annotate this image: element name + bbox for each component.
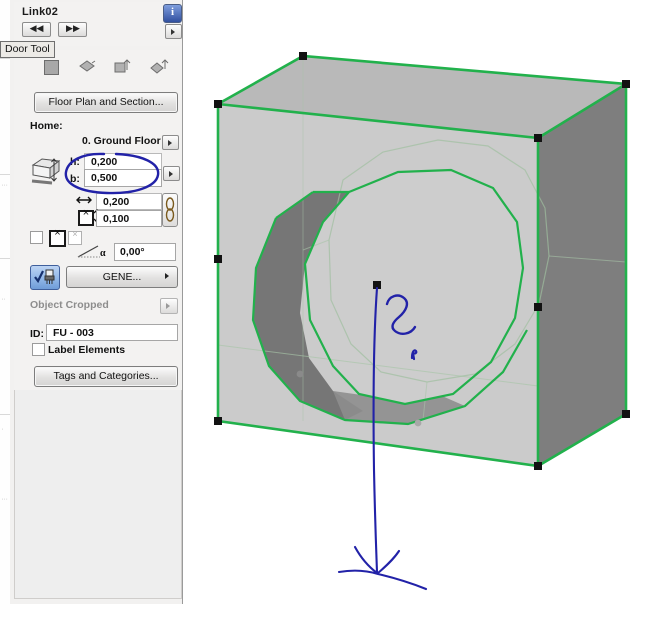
horizontal-arrow-icon [76,194,92,206]
object-settings-panel: Link02 ◀◀ ▶▶ i Door Tool Floor Plan and … [0,0,183,604]
floor-plan-and-section-button[interactable]: Floor Plan and Section... [34,92,178,113]
flip-x-toggle[interactable] [49,228,66,247]
nav-buttons: ◀◀ ▶▶ [22,22,90,40]
geometry-method-rotated-raised-icon[interactable] [148,56,170,78]
vertical-offset-value: 0,100 [103,213,130,225]
nav-forward-label: ▶▶ [66,23,80,33]
door-tool-tooltip: Door Tool [0,41,55,58]
height-input[interactable]: 0,200 [84,153,162,170]
hotspot[interactable] [299,52,307,60]
object-cropped-label: Object Cropped [30,299,109,311]
angle-input[interactable]: 0,00° [114,243,176,261]
home-story-value: 0. Ground Floor [82,135,161,147]
vertical-offset-input[interactable]: 0,100 [96,210,162,227]
geometry-method-rotated-icon[interactable] [76,56,98,78]
horizontal-offset-input[interactable]: 0,200 [96,193,162,210]
panel-header-group: Link02 ◀◀ ▶▶ i [14,2,182,46]
3d-model-canvas[interactable] [183,0,660,620]
flip-y-toggle[interactable] [68,229,82,245]
home-group: Home: 0. Ground Floor [14,116,180,153]
size-group: h: 0,200 b: 0,500 [14,152,180,193]
id-label: ID: [30,328,44,340]
nav-forward-button[interactable]: ▶▶ [58,22,88,37]
tags-group: Tags and Categories... [14,362,180,391]
id-input[interactable]: FU - 003 [46,324,178,341]
nav-back-button[interactable]: ◀◀ [22,22,51,37]
info-icon[interactable]: i [163,4,182,23]
3d-viewport[interactable] [183,0,660,620]
panel-empty-area [14,390,182,599]
sliver-dots-icon: ''' [2,185,9,191]
hotspot[interactable] [622,80,630,88]
link-dimensions-button[interactable] [162,193,178,227]
hotspot[interactable] [534,303,542,311]
svg-text:α: α [100,248,106,259]
tags-and-categories-button[interactable]: Tags and Categories... [34,366,178,387]
info-glyph: i [170,6,175,18]
sliver-dots-icon: ''' [2,499,9,505]
hotspot[interactable] [214,417,222,425]
size-extra-arrow-button[interactable] [163,166,180,181]
hotspot-grey[interactable] [296,370,304,378]
gene-chevron-down-icon [165,273,169,279]
angle-icon: α [76,244,112,259]
hotspot[interactable] [214,255,222,263]
mirror-checkbox[interactable] [30,231,43,244]
horizontal-offset-value: 0,200 [103,196,130,208]
label-elements-label: Label Elements [48,344,126,356]
height-value: 0,200 [91,156,118,168]
hotspot[interactable] [534,462,542,470]
angle-group: α 0,00° [14,228,180,263]
object-title: Link02 [22,6,59,18]
box-right-face [538,84,626,466]
hotspot[interactable] [622,410,630,418]
hotspot[interactable] [534,134,542,142]
sliver-dots-icon: ' [2,429,5,435]
nav-back-label: ◀◀ [29,23,44,33]
home-label: Home: [30,120,63,132]
sliver-dots-icon: '' [2,299,7,305]
object-cropped-arrow-button[interactable] [160,298,178,314]
pen-settings-button[interactable] [30,265,60,290]
geometry-method-raised-icon[interactable] [112,56,134,78]
box-3d-icon [30,155,64,189]
floor-plan-group: Floor Plan and Section... [14,88,180,117]
home-story-dropdown-button[interactable] [162,135,179,150]
hotspot[interactable] [214,100,222,108]
app-window: ''' '' ' ''' Link02 ◀◀ ▶▶ i Door Tool Fl… [0,0,660,620]
panel-bottom-strip [10,604,182,620]
object-cropped-group: Object Cropped [14,294,180,321]
id-group: ID: FU - 003 Label Elements [14,320,180,363]
width-label: b: [70,173,80,185]
width-value: 0,500 [91,172,118,184]
label-elements-checkbox[interactable] [32,343,45,356]
height-label: h: [70,156,80,168]
angle-value: 0,00° [120,246,145,258]
width-input[interactable]: 0,500 [84,169,162,187]
gene-dropdown-button[interactable]: GENE... [66,266,178,288]
id-value: FU - 003 [53,327,94,339]
offset-group: 0,200 0,100 [14,192,180,229]
panel-expand-arrow-button[interactable] [165,24,182,39]
hotspot-grey[interactable] [414,419,422,427]
annotation-arrowhead [337,545,428,591]
gene-group: GENE... [14,262,180,295]
geometry-method-plain-icon[interactable] [40,56,62,78]
